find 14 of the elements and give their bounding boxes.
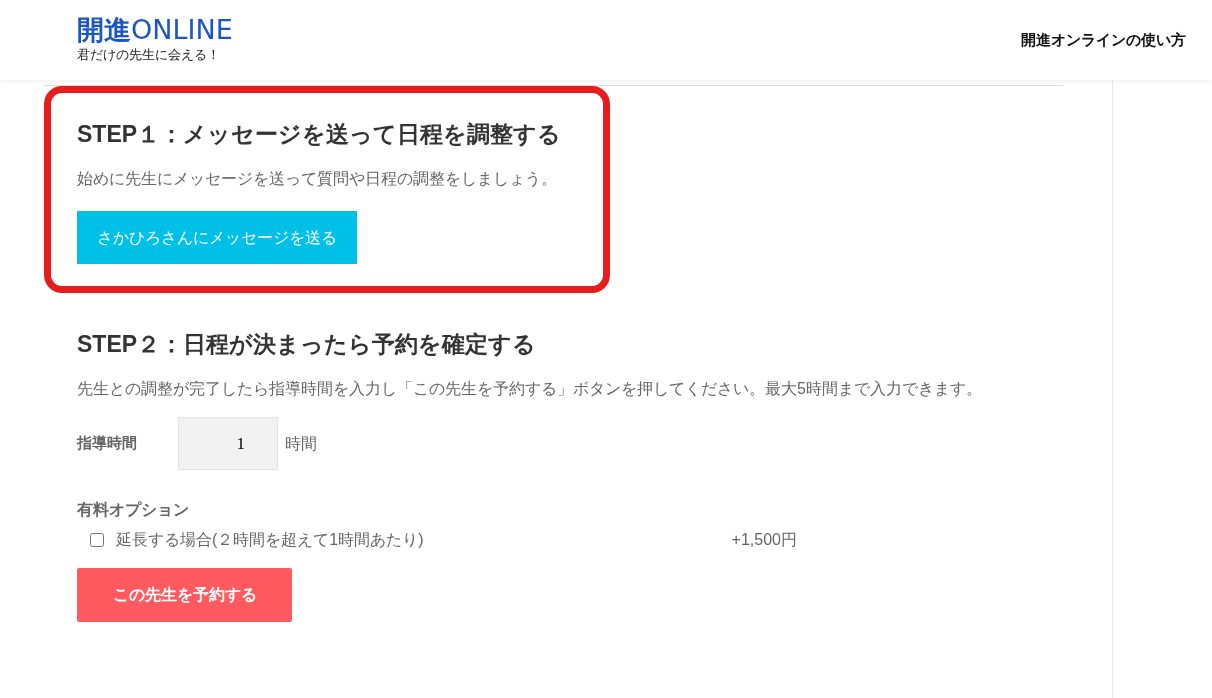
options-heading: 有料オプション [77,500,190,520]
nav-link[interactable]: 開進オンラインの使い方 [1021,28,1186,52]
step-description: 先生との調整が完了したら指導時間を入力し「この先生を予約する」ボタンを押してください。最大5時間まで入力できます。 [77,379,983,399]
option-label: 延長する場合(２時間を超えて1時間あたり) [116,530,425,550]
hours-input[interactable]: 1 [178,417,278,470]
option-price: +1,500円 [731,530,797,550]
field-label: 指導時間 [77,433,138,454]
step-heading: STEP１：メッセージを送って日程を調整する [77,120,563,149]
option-checkbox[interactable] [90,533,104,547]
step-heading: STEP２：日程が決まったら予約を確定する [77,330,538,359]
unit-label: 時間 [285,433,317,454]
tagline: 君だけの先生に会える！ [77,46,221,65]
site-logo[interactable]: 開進ONLINE [77,15,233,46]
step-description: 始めに先生にメッセージを送って質問や日程の調整をしましょう。 [77,169,558,189]
